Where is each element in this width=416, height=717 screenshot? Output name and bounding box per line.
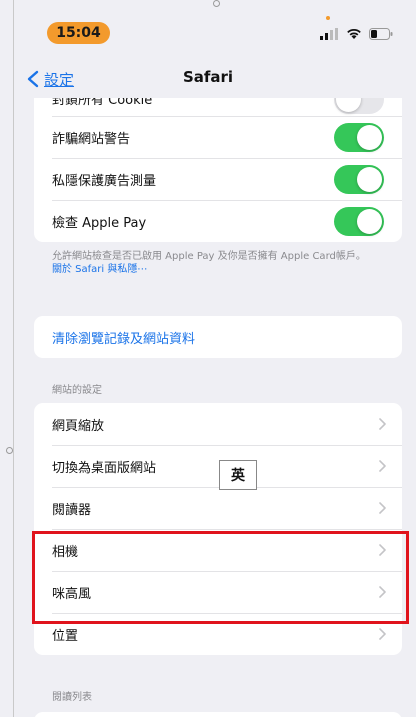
privacy-ad-measurement-toggle[interactable] [334,165,384,194]
chevron-right-icon [379,628,386,640]
fraud-warning-label: 詐騙網站警告 [52,131,131,147]
privacy-ad-measurement-label: 私隱保護廣告測量 [52,173,157,189]
check-apple-pay-toggle[interactable] [334,207,384,236]
frame-dot [6,447,13,454]
check-apple-pay-row: 檢查 Apple Pay [34,200,402,242]
block-cookies-label: 封鎖所有 Cookie [52,98,153,108]
highlight-box [32,531,409,624]
chevron-right-icon [379,460,386,472]
reading-list-group [34,712,402,717]
battery-icon [369,28,393,40]
privacy-settings-group: 封鎖所有 Cookie 詐騙網站警告 私隱保護廣告測量 檢查 Apple Pay [34,98,402,242]
clear-history-button[interactable]: 清除瀏覽記錄及網站資料 [34,316,402,358]
chevron-right-icon [379,418,386,430]
apple-pay-footnote-text: 允許網站檢查是否已啟用 Apple Pay 及你是否擁有 Apple Card帳… [52,251,366,262]
clear-history-group: 清除瀏覽記錄及網站資料 [34,316,402,358]
privacy-ad-measurement-row: 私隱保護廣告測量 [34,158,402,200]
block-cookies-row[interactable]: 封鎖所有 Cookie [34,98,402,116]
request-desktop-site-label: 切換為桌面版網站 [52,460,157,476]
page-zoom-row[interactable]: 網頁縮放 [34,403,402,445]
apple-pay-footnote: 允許網站檢查是否已啟用 Apple Pay 及你是否擁有 Apple Card帳… [52,250,387,276]
request-desktop-site-row[interactable]: 切換為桌面版網站 [34,445,402,487]
block-cookies-toggle[interactable] [334,98,384,114]
status-bar: 15:04 [0,0,416,58]
page-zoom-label: 網頁縮放 [52,418,105,434]
chevron-right-icon [379,502,386,514]
reading-list-header: 閱讀列表 [52,692,92,703]
navigation-bar: 設定 Safari [0,58,416,98]
fraud-warning-row: 詐騙網站警告 [34,116,402,158]
input-method-indicator: 英 [219,460,257,490]
page-title: Safari [182,68,234,86]
about-safari-privacy-link[interactable]: 關於 Safari 與私隱⋯ [52,263,387,276]
frame-edge [13,0,14,717]
fraud-warning-toggle[interactable] [334,123,384,152]
reader-label: 閱讀器 [52,502,92,518]
check-apple-pay-label: 檢查 Apple Pay [52,215,147,231]
status-time: 15:04 [47,22,110,44]
reader-row[interactable]: 閱讀器 [34,487,402,529]
wifi-icon [347,29,361,39]
website-settings-header: 網站的設定 [52,385,102,396]
signal-icon [320,28,338,40]
location-label: 位置 [52,628,79,644]
recording-dot [326,16,330,20]
